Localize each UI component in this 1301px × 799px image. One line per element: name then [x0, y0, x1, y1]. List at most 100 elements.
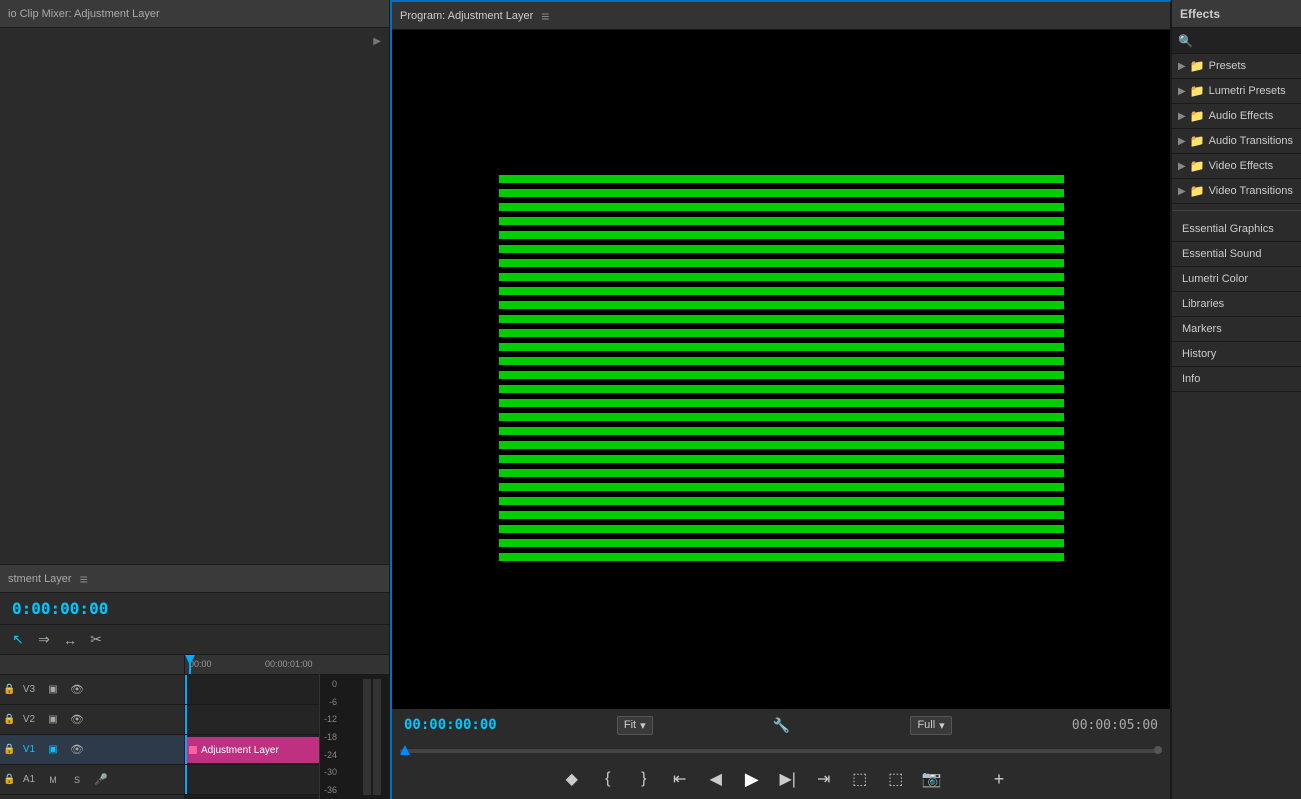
quality-dropdown[interactable]: Full ▾ [910, 716, 951, 735]
essential-graphics-link[interactable]: Essential Graphics [1172, 217, 1301, 242]
timecode-row: 00:00:00:00 Fit ▾ 🔧 Full ▾ 00:00:05:00 [392, 709, 1170, 741]
go-to-out-btn[interactable]: ⇥ [810, 765, 838, 793]
progress-bar-row[interactable] [392, 741, 1170, 761]
effects-category-presets[interactable]: ▶ 📁 Presets [1172, 54, 1301, 79]
step-back-btn[interactable]: ◀ [702, 765, 730, 793]
tool-track-select[interactable]: ⇒ [34, 630, 54, 650]
track-area: 🔒 V3 ▣ 👁 🔒 V2 ▣ 👁 🔒 V [0, 655, 389, 799]
fit-dropdown[interactable]: Fit ▾ [617, 716, 653, 735]
monitor-menu-icon[interactable]: ≡ [541, 8, 549, 24]
progress-end-marker [1154, 746, 1162, 754]
essential-sound-link[interactable]: Essential Sound [1172, 242, 1301, 267]
lumetri-presets-chevron-icon: ▶ [1178, 86, 1186, 97]
effects-category-audio-transitions[interactable]: ▶ 📁 Audio Transitions [1172, 129, 1301, 154]
track-lock-v3[interactable]: 🔒 [4, 683, 15, 695]
track-lane-a1 [185, 765, 319, 795]
quality-chevron-icon: ▾ [939, 719, 945, 732]
track-mic-a1[interactable]: 🎤 [91, 770, 111, 790]
effects-panel-title: Effects [1180, 7, 1220, 21]
play-btn[interactable]: ▶ [738, 765, 766, 793]
out-point-btn[interactable]: } [630, 765, 658, 793]
ruler-playhead [189, 655, 191, 674]
track-lane-v3 [185, 675, 319, 705]
track-mute-a1[interactable]: M [43, 770, 63, 790]
track-eye-v3[interactable]: 👁 [67, 680, 87, 700]
timeline-menu-icon[interactable]: ≡ [80, 571, 88, 587]
track-target-v1[interactable]: ▣ [43, 740, 63, 760]
presets-label: Presets [1209, 60, 1295, 72]
export-frame-btn[interactable]: 📷 [918, 765, 946, 793]
meter-bar-left [373, 679, 381, 795]
insert-btn[interactable]: ⬚ [846, 765, 874, 793]
effects-category-video-effects[interactable]: ▶ 📁 Video Effects [1172, 154, 1301, 179]
tool-ripple[interactable]: ↔ [60, 630, 80, 650]
track-lock-v1[interactable]: 🔒 [4, 743, 15, 755]
monitor-timecode-start[interactable]: 00:00:00:00 [404, 717, 497, 733]
track-eye-v2[interactable]: 👁 [67, 710, 87, 730]
add-marker-btn[interactable]: ◆ [558, 765, 586, 793]
lumetri-presets-folder-icon: 📁 [1190, 84, 1205, 98]
effects-category-lumetri-presets[interactable]: ▶ 📁 Lumetri Presets [1172, 79, 1301, 104]
lumetri-color-link[interactable]: Lumetri Color [1172, 267, 1301, 292]
meter-label-30: -30 [324, 767, 341, 777]
transport-add-btn[interactable]: + [994, 769, 1005, 790]
program-monitor-panel: Program: Adjustment Layer ≡ 00:00:00:00 … [390, 0, 1171, 799]
effects-panel-header: Effects [1172, 0, 1301, 28]
adjustment-layer-clip[interactable]: Adjustment Layer [185, 737, 319, 763]
playhead-a1 [185, 765, 187, 794]
monitor-viewport[interactable] [392, 30, 1170, 709]
track-eye-v1[interactable]: 👁 [67, 740, 87, 760]
audio-effects-folder-icon: 📁 [1190, 109, 1205, 123]
markers-link[interactable]: Markers [1172, 317, 1301, 342]
audio-mixer-body: ▶ [0, 28, 389, 564]
track-header-v1: 🔒 V1 ▣ 👁 [0, 735, 184, 765]
progress-track[interactable] [400, 749, 1162, 753]
track-solo-a1[interactable]: S [67, 770, 87, 790]
tool-razor[interactable]: ✂ [86, 630, 106, 650]
video-transitions-label: Video Transitions [1209, 185, 1295, 197]
clip-icon [189, 746, 197, 754]
meter-label-0: 0 [324, 679, 341, 689]
tool-select[interactable]: ↖ [8, 630, 28, 650]
meter-ruler-spacer [320, 655, 389, 675]
track-lane-v1[interactable]: Adjustment Layer [185, 735, 319, 765]
ruler-ticks: 00:00 00:00:01:00 00:00:02:00 00:00:03:0… [189, 655, 315, 674]
track-label-v3: V3 [19, 684, 39, 695]
playhead-v1 [185, 735, 187, 764]
track-lock-v2[interactable]: 🔒 [4, 713, 15, 725]
track-label-a1: A1 [19, 774, 39, 785]
wrench-icon[interactable]: 🔧 [773, 717, 790, 734]
video-transitions-folder-icon: 📁 [1190, 184, 1205, 198]
step-forward-btn[interactable]: ▶| [774, 765, 802, 793]
effects-search-bar[interactable]: 🔍 [1172, 28, 1301, 54]
timeline-tools: ↖ ⇒ ↔ ✂ [0, 625, 389, 655]
track-lock-a1[interactable]: 🔒 [4, 773, 15, 785]
collapse-arrow-icon[interactable]: ▶ [373, 36, 381, 47]
overwrite-btn[interactable]: ⬚ [882, 765, 910, 793]
track-target-v2[interactable]: ▣ [43, 710, 63, 730]
libraries-link[interactable]: Libraries [1172, 292, 1301, 317]
progress-playhead-marker[interactable] [400, 745, 410, 755]
timeline-title: stment Layer [8, 573, 72, 585]
in-point-btn[interactable]: { [594, 765, 622, 793]
playhead-v2 [185, 705, 187, 734]
timeline-header: stment Layer ≡ [0, 565, 389, 593]
effects-search-input[interactable] [1197, 35, 1287, 47]
history-link[interactable]: History [1172, 342, 1301, 367]
ruler-mark-1: 00:00:01:00 [265, 659, 313, 669]
monitor-controls: 00:00:00:00 Fit ▾ 🔧 Full ▾ 00:00:05:00 [392, 709, 1170, 799]
fit-chevron-icon: ▾ [640, 719, 646, 732]
effects-category-video-transitions[interactable]: ▶ 📁 Video Transitions [1172, 179, 1301, 204]
audio-transitions-chevron-icon: ▶ [1178, 136, 1186, 147]
quality-label: Full [917, 719, 935, 731]
effects-category-audio-effects[interactable]: ▶ 📁 Audio Effects [1172, 104, 1301, 129]
audio-effects-chevron-icon: ▶ [1178, 111, 1186, 122]
track-target-v3[interactable]: ▣ [43, 680, 63, 700]
info-link[interactable]: Info [1172, 367, 1301, 392]
clip-label: Adjustment Layer [201, 745, 279, 756]
monitor-timecode-end: 00:00:05:00 [1072, 718, 1158, 733]
presets-folder-icon: 📁 [1190, 59, 1205, 73]
track-label-v2: V2 [19, 714, 39, 725]
go-to-in-btn[interactable]: ⇤ [666, 765, 694, 793]
lumetri-presets-label: Lumetri Presets [1209, 85, 1295, 97]
